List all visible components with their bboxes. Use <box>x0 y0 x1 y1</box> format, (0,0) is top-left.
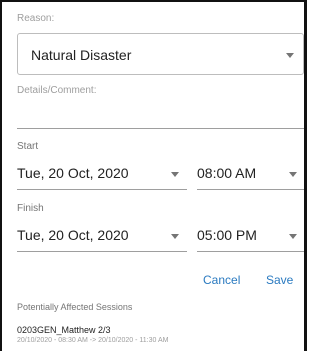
affected-sessions-header: Potentially Affected Sessions <box>17 302 133 312</box>
finish-date-select[interactable]: Tue, 20 Oct, 2020 <box>17 222 187 250</box>
chevron-down-icon <box>286 53 294 58</box>
start-date-underline <box>17 189 187 190</box>
chevron-down-icon <box>171 172 179 177</box>
list-item: 0203GEN_Matthew 2/3 20/10/2020 - 08:30 A… <box>17 325 168 344</box>
reason-select[interactable]: Natural Disaster <box>17 33 304 75</box>
start-time-underline <box>197 189 304 190</box>
finish-time-value: 05:00 PM <box>197 227 257 243</box>
session-time-range: 20/10/2020 - 08:30 AM -> 20/10/2020 - 11… <box>17 337 169 344</box>
chevron-down-icon <box>289 234 297 239</box>
finish-date-underline <box>17 251 187 252</box>
chevron-down-icon <box>289 172 297 177</box>
session-name: 0203GEN_Matthew 2/3 <box>17 325 111 335</box>
finish-time-select[interactable]: 05:00 PM <box>197 222 304 250</box>
details-label: Details/Comment: <box>17 85 97 96</box>
start-time-value: 08:00 AM <box>197 165 257 181</box>
finish-label: Finish <box>17 203 44 214</box>
start-date-value: Tue, 20 Oct, 2020 <box>17 165 129 181</box>
start-time-select[interactable]: 08:00 AM <box>197 160 304 188</box>
start-label: Start <box>17 141 39 152</box>
chevron-down-icon <box>171 234 179 239</box>
cancel-button[interactable]: Cancel <box>203 273 240 287</box>
reason-value: Natural Disaster <box>31 47 132 63</box>
finish-time-underline <box>197 251 304 252</box>
details-input[interactable] <box>17 100 304 128</box>
details-underline <box>17 128 304 129</box>
finish-date-value: Tue, 20 Oct, 2020 <box>17 227 129 243</box>
reason-label: Reason: <box>17 13 55 24</box>
save-button[interactable]: Save <box>266 273 293 287</box>
start-date-select[interactable]: Tue, 20 Oct, 2020 <box>17 160 187 188</box>
